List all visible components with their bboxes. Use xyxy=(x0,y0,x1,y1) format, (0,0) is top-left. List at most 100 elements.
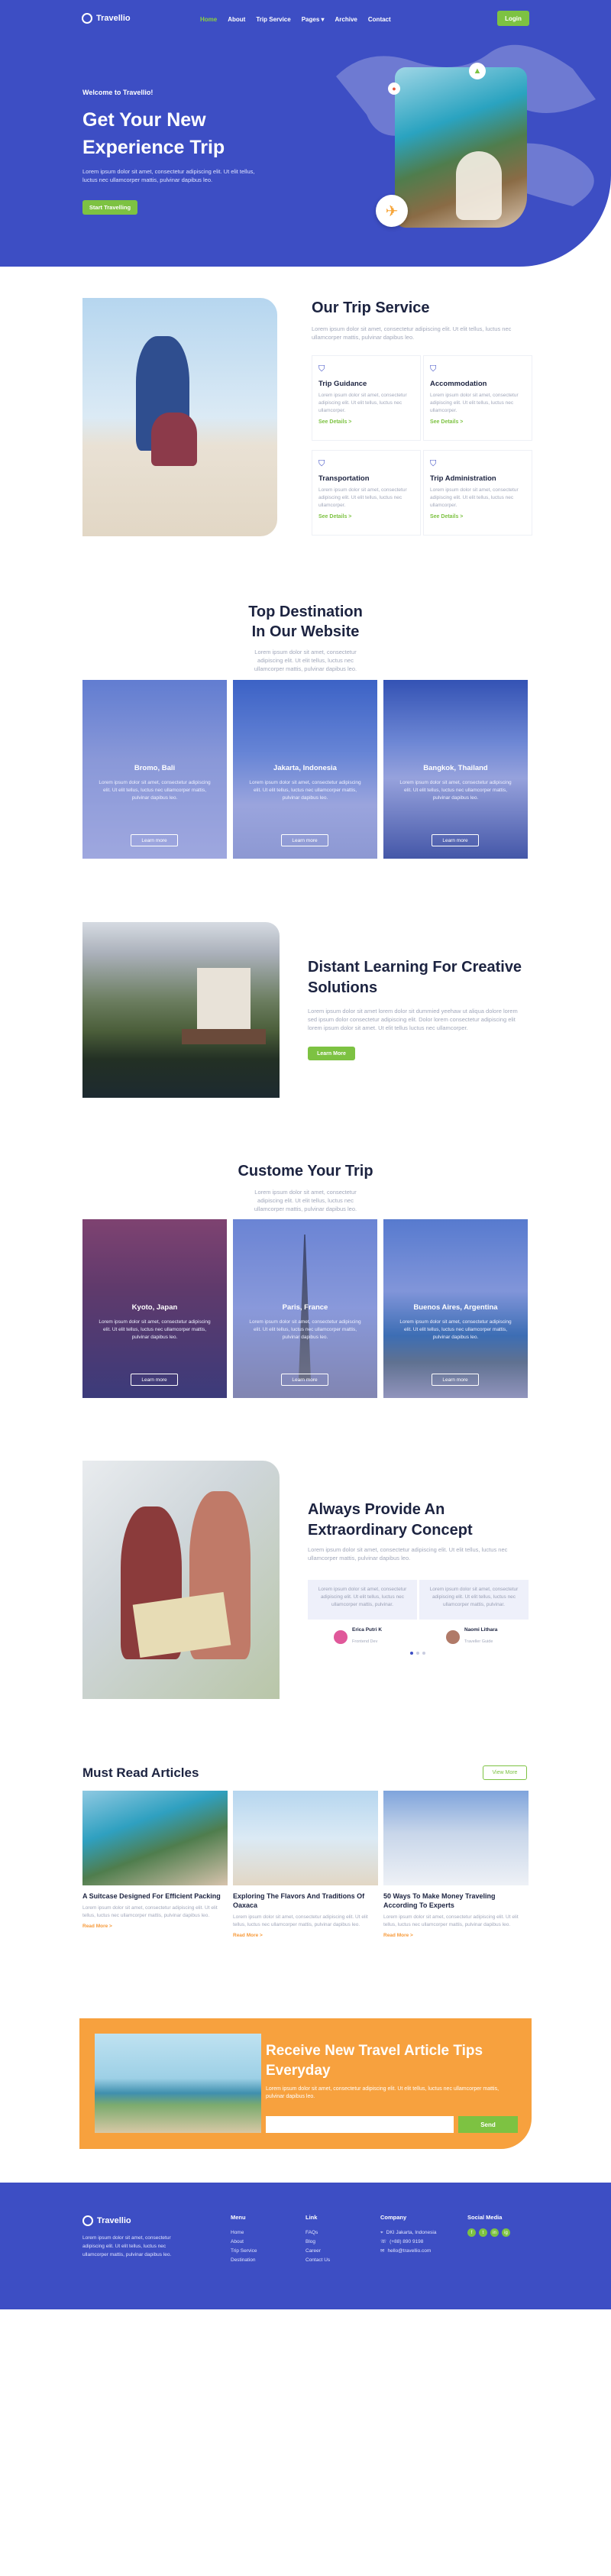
author-role: Traveller Guide xyxy=(464,1639,493,1644)
logo-icon xyxy=(82,2215,93,2226)
trip-card-paris[interactable]: Paris, France Lorem ipsum dolor sit amet… xyxy=(233,1219,377,1398)
learn-more-button[interactable]: Learn more xyxy=(432,834,479,846)
destination-text: Lorem ipsum dolor sit amet, consectetur … xyxy=(399,780,512,801)
newsletter-text: Lorem ipsum dolor sit amet, consectetur … xyxy=(266,2086,499,2099)
carousel-dot[interactable] xyxy=(422,1652,425,1655)
footer-link-home[interactable]: Home xyxy=(231,2228,257,2238)
hero-description: Lorem ipsum dolor sit amet, consectetur … xyxy=(82,168,255,183)
footer-link-blog[interactable]: Blog xyxy=(306,2238,330,2247)
email-text: hello@travellio.com xyxy=(387,2248,432,2254)
destination-name: Jakarta, Indonesia xyxy=(273,764,337,772)
carousel-dot[interactable] xyxy=(410,1652,413,1655)
see-details-link[interactable]: See Details > xyxy=(430,514,525,519)
footer-link-contact[interactable]: Contact Us xyxy=(306,2256,330,2265)
articles-title: Must Read Articles xyxy=(82,1765,199,1780)
destination-text: Lorem ipsum dolor sit amet, consectetur … xyxy=(249,780,361,801)
read-more-link[interactable]: Read More > xyxy=(82,1924,228,1929)
email-input[interactable] xyxy=(266,2116,454,2133)
learn-more-button[interactable]: Learn more xyxy=(131,1374,178,1386)
destination-card-bali[interactable]: Bromo, Bali Lorem ipsum dolor sit amet, … xyxy=(82,680,227,859)
footer-link-about[interactable]: About xyxy=(231,2238,257,2247)
newsletter-title: Receive New Travel Article Tips Everyday xyxy=(266,2043,483,2079)
testimonial-author: Naomi Lithara Traveller Guide xyxy=(446,1627,497,1646)
footer-link-faqs[interactable]: FAQs xyxy=(306,2228,330,2238)
nav-item-contact[interactable]: Contact xyxy=(368,16,391,23)
learn-more-button[interactable]: Learn more xyxy=(131,834,178,846)
service-card-text: Lorem ipsum dolor sit amet, consectetur … xyxy=(318,393,407,413)
service-card-title: Trip Administration xyxy=(430,474,496,483)
trip-name: Paris, France xyxy=(282,1303,328,1312)
distant-learning-title: Distant Learning For Creative Solutions xyxy=(308,959,522,996)
footer-brand[interactable]: Travellio xyxy=(82,2215,131,2226)
service-card-transportation[interactable]: ⛉ Transportation Lorem ipsum dolor sit a… xyxy=(312,450,421,536)
testimonial-card: Lorem ipsum dolor sit amet, consectetur … xyxy=(308,1580,417,1620)
learn-more-button[interactable]: Learn more xyxy=(432,1374,479,1386)
learn-more-button[interactable]: Learn More xyxy=(308,1047,355,1060)
nav-item-trip-service[interactable]: Trip Service xyxy=(256,16,290,23)
destination-card-jakarta[interactable]: Jakarta, Indonesia Lorem ipsum dolor sit… xyxy=(233,680,377,859)
trip-card-kyoto[interactable]: Kyoto, Japan Lorem ipsum dolor sit amet,… xyxy=(82,1219,227,1398)
read-more-link[interactable]: Read More > xyxy=(233,1933,378,1938)
read-more-link[interactable]: Read More > xyxy=(383,1933,529,1938)
footer-email[interactable]: ✉ hello@travellio.com xyxy=(380,2247,436,2256)
footer-link-destination[interactable]: Destination xyxy=(231,2256,257,2265)
service-title: Our Trip Service xyxy=(312,299,430,316)
see-details-link[interactable]: See Details > xyxy=(430,419,525,425)
article-excerpt: Lorem ipsum dolor sit amet, consectetur … xyxy=(383,1914,519,1927)
trip-name: Kyoto, Japan xyxy=(131,1303,178,1312)
learn-more-button[interactable]: Learn more xyxy=(281,1374,328,1386)
linkedin-icon[interactable]: in xyxy=(490,2228,499,2237)
nav-item-archive[interactable]: Archive xyxy=(335,16,357,23)
article-card[interactable]: A Suitcase Designed For Efficient Packin… xyxy=(82,1791,228,1929)
article-title: A Suitcase Designed For Efficient Packin… xyxy=(82,1892,221,1900)
article-excerpt: Lorem ipsum dolor sit amet, consectetur … xyxy=(233,1914,368,1927)
social-icons: f t in ig xyxy=(467,2228,510,2237)
avatar xyxy=(334,1629,348,1644)
send-button[interactable]: Send xyxy=(458,2116,518,2133)
start-travelling-button[interactable]: Start Travelling xyxy=(82,200,137,215)
newsletter-photo xyxy=(95,2034,261,2133)
destination-card-bangkok[interactable]: Bangkok, Thailand Lorem ipsum dolor sit … xyxy=(383,680,528,859)
footer-link-column: Link FAQs Blog Career Contact Us xyxy=(306,2214,330,2265)
brand-logo[interactable]: Travellio xyxy=(82,13,131,24)
footer-link-career[interactable]: Career xyxy=(306,2247,330,2256)
nav-item-about[interactable]: About xyxy=(228,16,245,23)
mail-icon: ✉ xyxy=(380,2248,385,2254)
see-details-link[interactable]: See Details > xyxy=(318,419,414,425)
footer-company-column: Company ⌖ DKI Jakarta, Indonesia ☏ (+88) 8… xyxy=(380,2214,436,2256)
phone-text: (+88) 890 9198 xyxy=(390,2239,424,2244)
learn-more-button[interactable]: Learn more xyxy=(281,834,328,846)
footer-column-title: Menu xyxy=(231,2214,246,2221)
nav-item-pages[interactable]: Pages ▾ xyxy=(302,16,325,23)
article-card[interactable]: 50 Ways To Make Money Traveling Accordin… xyxy=(383,1791,529,1938)
bookmark-icon: ⛉ xyxy=(318,459,325,468)
article-title: Exploring The Flavors And Traditions Of … xyxy=(233,1892,365,1909)
instagram-icon[interactable]: ig xyxy=(502,2228,510,2237)
service-card-accommodation[interactable]: ⛉ Accommodation Lorem ipsum dolor sit am… xyxy=(423,355,532,441)
service-card-trip-guidance[interactable]: ⛉ Trip Guidance Lorem ipsum dolor sit am… xyxy=(312,355,421,441)
article-card[interactable]: Exploring The Flavors And Traditions Of … xyxy=(233,1791,378,1938)
service-card-trip-administration[interactable]: ⛉ Trip Administration Lorem ipsum dolor … xyxy=(423,450,532,536)
destination-title-line2: In Our Website xyxy=(251,623,360,640)
location-icon: ⌖ xyxy=(380,2230,383,2235)
travelers-photo xyxy=(82,1461,280,1699)
see-details-link[interactable]: See Details > xyxy=(318,514,414,519)
trip-card-buenos-aires[interactable]: Buenos Aires, Argentina Lorem ipsum dolo… xyxy=(383,1219,528,1398)
service-photo xyxy=(82,298,277,536)
view-more-button[interactable]: View More xyxy=(483,1765,527,1780)
brand-name: Travellio xyxy=(96,14,131,23)
footer-column-title: Link xyxy=(306,2214,318,2221)
facebook-icon[interactable]: f xyxy=(467,2228,476,2237)
nav-item-home[interactable]: Home xyxy=(200,16,217,23)
twitter-icon[interactable]: t xyxy=(479,2228,487,2237)
testimonial-card: Lorem ipsum dolor sit amet, consectetur … xyxy=(419,1580,529,1620)
login-button[interactable]: Login xyxy=(497,11,529,26)
destination-text: Lorem ipsum dolor sit amet, consectetur … xyxy=(99,780,211,801)
carousel-dot[interactable] xyxy=(416,1652,419,1655)
hero-photo xyxy=(395,67,527,228)
destination-title: Top Destination In Our Website xyxy=(0,602,611,642)
footer-link-trip-service[interactable]: Trip Service xyxy=(231,2247,257,2256)
article-image xyxy=(82,1791,228,1885)
footer-column-title: Company xyxy=(380,2214,407,2221)
custom-trip-description: Lorem ipsum dolor sit amet, consectetur … xyxy=(254,1189,357,1212)
